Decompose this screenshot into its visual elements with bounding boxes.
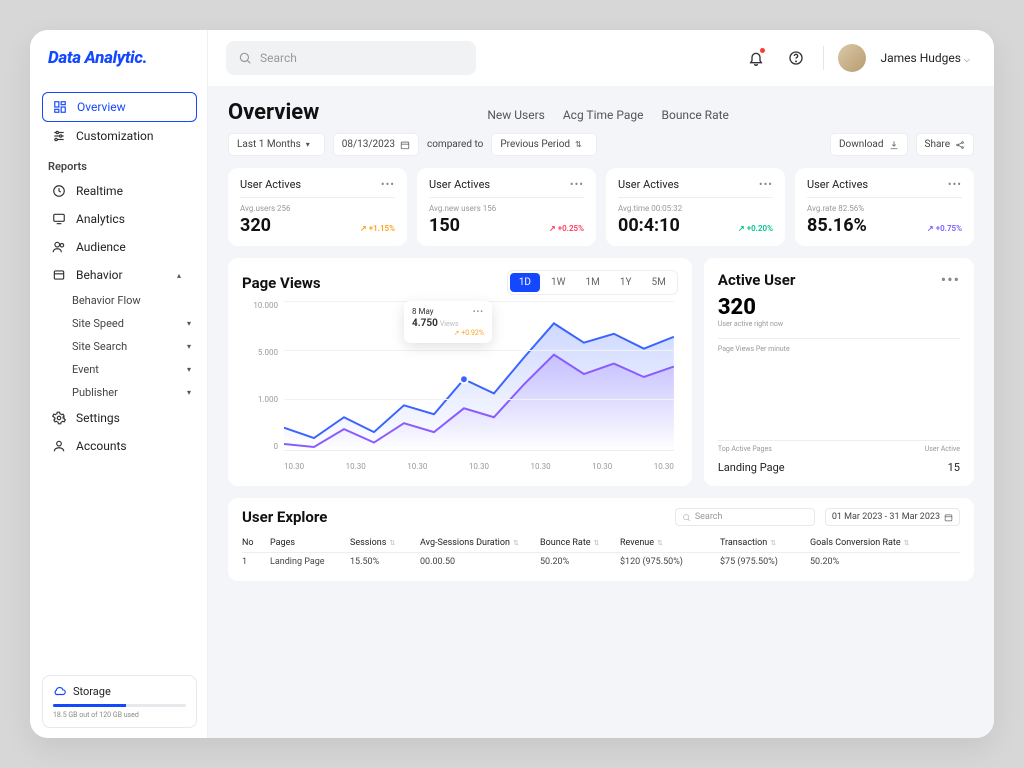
users-icon (52, 240, 66, 254)
top-page-value: 15 (948, 461, 960, 474)
chevron-down-icon: ⌵ (964, 55, 976, 64)
nav-event[interactable]: Event▾ (42, 358, 197, 381)
chevron-up-icon: ▴ (177, 271, 187, 280)
download-icon (889, 140, 899, 150)
nav-behavior[interactable]: Behavior ▴ (42, 261, 197, 289)
user-menu[interactable]: James Hudges ⌵ (880, 51, 976, 65)
nav-analytics[interactable]: Analytics (42, 205, 197, 233)
notifications-button[interactable] (743, 45, 769, 71)
avatar[interactable] (838, 44, 866, 72)
search-icon (682, 513, 691, 522)
page-views-chart: 10.0005.0001.0000 8 May••• 4.750 Views ↗… (242, 301, 678, 471)
gear-icon (52, 411, 66, 425)
more-icon[interactable]: ••• (948, 178, 962, 191)
nav-settings[interactable]: Settings (42, 404, 197, 432)
tab-bounce-rate[interactable]: Bounce Rate (662, 108, 729, 122)
calendar-icon (944, 513, 953, 522)
user-explore-panel: User Explore Search 01 Mar 2023 - 31 Mar… (228, 498, 974, 581)
active-user-bars (718, 363, 960, 441)
range-segmented[interactable]: 1D1W1M1Y5M (507, 270, 678, 295)
chart-tooltip: 8 May••• 4.750 Views ↗ +0.92% (404, 301, 492, 343)
compared-to-label: compared to (427, 139, 483, 150)
range-1M[interactable]: 1M (577, 273, 609, 292)
more-icon[interactable]: ••• (473, 307, 484, 316)
more-icon[interactable]: ••• (570, 178, 584, 191)
page-title: Overview (228, 100, 319, 125)
range-1D[interactable]: 1D (510, 273, 540, 292)
range-1Y[interactable]: 1Y (611, 273, 641, 292)
nav-customization[interactable]: Customization (42, 122, 197, 150)
more-icon[interactable]: ••• (941, 270, 960, 289)
explore-search[interactable]: Search (675, 508, 815, 526)
monitor-icon (52, 212, 66, 226)
nav-audience[interactable]: Audience (42, 233, 197, 261)
period-select[interactable]: Last 1 Months▾ (228, 133, 325, 156)
chevron-down-icon: ▾ (187, 342, 197, 351)
help-button[interactable] (783, 45, 809, 71)
top-page-name: Landing Page (718, 461, 785, 474)
calendar-icon (400, 140, 410, 150)
chevron-down-icon: ▾ (187, 388, 197, 397)
stat-card: User Actives••• Avg.rate 82.56% 85.16%↗ … (795, 168, 974, 246)
tab-new-users[interactable]: New Users (487, 108, 545, 122)
nav-site-search[interactable]: Site Search▾ (42, 335, 197, 358)
stat-card: User Actives••• Avg.time 00:05:32 00:4:1… (606, 168, 785, 246)
storage-widget: Storage 18.5 GB out of 120 GB used (42, 675, 197, 728)
nav-overview[interactable]: Overview (42, 92, 197, 122)
chevron-down-icon: ▾ (187, 319, 197, 328)
dashboard-icon (53, 100, 67, 114)
page-views-title: Page Views (242, 274, 321, 292)
range-1W[interactable]: 1W (542, 273, 575, 292)
share-button[interactable]: Share (916, 133, 974, 156)
stat-card: User Actives••• Avg.new users 156 150↗ +… (417, 168, 596, 246)
active-user-value: 320 (718, 295, 960, 320)
search-icon (238, 51, 252, 65)
nav-site-speed[interactable]: Site Speed▾ (42, 312, 197, 335)
user-explore-title: User Explore (242, 508, 327, 526)
date-picker[interactable]: 08/13/2023 (333, 133, 419, 156)
tab-acg-time[interactable]: Acg Time Page (563, 108, 644, 122)
brand-logo: Data Analytic. (42, 48, 197, 68)
user-icon (52, 439, 66, 453)
share-icon (955, 140, 965, 150)
page-views-panel: Page Views 1D1W1M1Y5M 10.0005.0001.0000 … (228, 258, 692, 486)
clock-icon (52, 184, 66, 198)
active-user-title: Active User (718, 271, 795, 289)
chevron-down-icon: ▾ (187, 365, 197, 374)
nav-behavior-flow[interactable]: Behavior Flow (42, 289, 197, 312)
help-icon (788, 50, 804, 66)
reports-label: Reports (48, 160, 197, 173)
table-header: No Pages Sessions⇅ Avg-Sessions Duration… (242, 534, 960, 553)
more-icon[interactable]: ••• (759, 178, 773, 191)
range-5M[interactable]: 5M (643, 273, 675, 292)
nav-realtime[interactable]: Realtime (42, 177, 197, 205)
stat-card: User Actives••• Avg.users 256 320↗ +1.15… (228, 168, 407, 246)
more-icon[interactable]: ••• (381, 178, 395, 191)
explore-date-range[interactable]: 01 Mar 2023 - 31 Mar 2023 (825, 508, 960, 526)
download-button[interactable]: Download (830, 133, 908, 156)
search-input[interactable]: Search (226, 41, 476, 75)
active-user-panel: Active User ••• 320 User active right no… (704, 258, 974, 486)
sliders-icon (52, 129, 66, 143)
table-row[interactable]: 1 Landing Page 15.50% 00.00.50 50.20% $1… (242, 553, 960, 571)
layers-icon (52, 268, 66, 282)
nav-publisher[interactable]: Publisher▾ (42, 381, 197, 404)
cloud-icon (53, 684, 67, 698)
nav-accounts[interactable]: Accounts (42, 432, 197, 460)
compare-select[interactable]: Previous Period⇅ (491, 133, 596, 156)
